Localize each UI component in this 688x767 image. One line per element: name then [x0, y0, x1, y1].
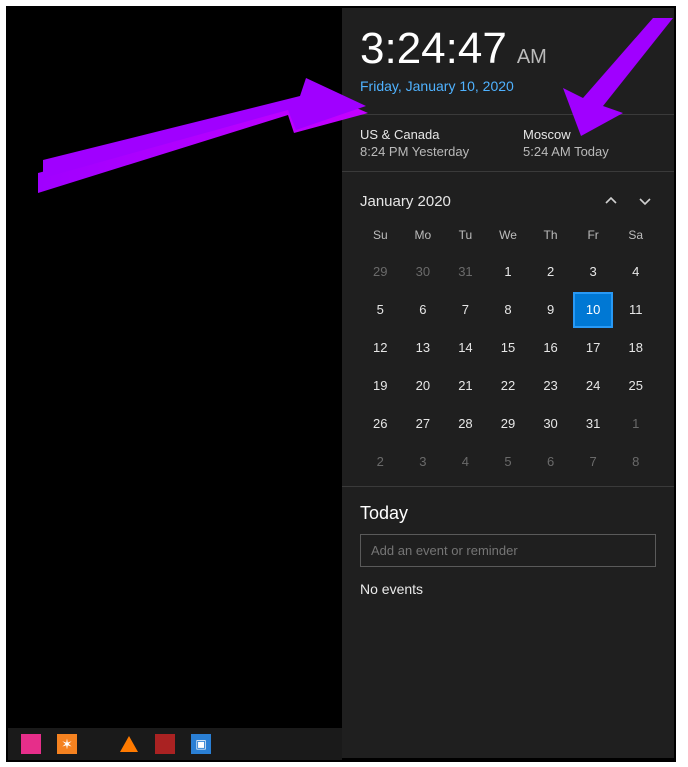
agenda-section: Today No events: [342, 486, 674, 605]
chevron-up-icon: [605, 195, 617, 207]
calendar-day[interactable]: 29: [360, 254, 401, 290]
world-clock-1-name: US & Canada: [360, 127, 493, 142]
calendar-day[interactable]: 6: [530, 444, 571, 480]
calendar-dow: Sa: [615, 222, 656, 252]
clock-calendar-flyout: 3:24:47 AM Friday, January 10, 2020 US &…: [342, 8, 674, 758]
world-clock-2: Moscow 5:24 AM Today: [523, 127, 656, 159]
calendar-day[interactable]: 26: [360, 406, 401, 442]
calendar-day[interactable]: 25: [615, 368, 656, 404]
chevron-down-icon: [639, 195, 651, 207]
calendar-day[interactable]: 30: [530, 406, 571, 442]
calendar-day[interactable]: 21: [445, 368, 486, 404]
taskbar-app-vlc[interactable]: [118, 733, 140, 755]
calendar-day[interactable]: 22: [488, 368, 529, 404]
calendar-day[interactable]: 28: [445, 406, 486, 442]
calendar-day[interactable]: 31: [445, 254, 486, 290]
clock-section: 3:24:47 AM Friday, January 10, 2020: [342, 8, 674, 102]
taskbar-app-1[interactable]: [20, 733, 42, 755]
current-time: 3:24:47: [360, 24, 507, 74]
current-ampm: AM: [517, 46, 547, 69]
calendar-day[interactable]: 4: [445, 444, 486, 480]
calendar-day[interactable]: 23: [530, 368, 571, 404]
calendar-day[interactable]: 17: [573, 330, 614, 366]
calendar-day[interactable]: 15: [488, 330, 529, 366]
calendar-day[interactable]: 24: [573, 368, 614, 404]
agenda-title: Today: [360, 503, 656, 524]
no-events-label: No events: [360, 581, 656, 597]
calendar-day[interactable]: 13: [403, 330, 444, 366]
calendar-dow: Tu: [445, 222, 486, 252]
next-month-button[interactable]: [634, 190, 656, 212]
calendar: January 2020 SuMoTuWeThFrSa2930311234567…: [342, 172, 674, 486]
app-icon: [21, 734, 41, 754]
calendar-day[interactable]: 29: [488, 406, 529, 442]
calendar-day[interactable]: 18: [615, 330, 656, 366]
world-clock-2-time: 5:24 AM Today: [523, 144, 656, 159]
calendar-day[interactable]: 16: [530, 330, 571, 366]
world-clock-1-time: 8:24 PM Yesterday: [360, 144, 493, 159]
app-icon: [155, 734, 175, 754]
calendar-dow: Mo: [403, 222, 444, 252]
calendar-month-label[interactable]: January 2020: [360, 193, 451, 210]
calendar-day[interactable]: 8: [615, 444, 656, 480]
calendar-day[interactable]: 2: [360, 444, 401, 480]
world-clock-1: US & Canada 8:24 PM Yesterday: [360, 127, 493, 159]
add-event-input[interactable]: [360, 534, 656, 567]
prev-month-button[interactable]: [600, 190, 622, 212]
current-date-link[interactable]: Friday, January 10, 2020: [360, 78, 656, 94]
app-icon: ✶: [57, 734, 77, 754]
calendar-day[interactable]: 20: [403, 368, 444, 404]
calendar-day[interactable]: 12: [360, 330, 401, 366]
world-clock-2-name: Moscow: [523, 127, 656, 142]
calendar-day[interactable]: 5: [488, 444, 529, 480]
calendar-day[interactable]: 11: [615, 292, 656, 328]
calendar-day[interactable]: 30: [403, 254, 444, 290]
calendar-day[interactable]: 31: [573, 406, 614, 442]
taskbar-app-2[interactable]: ✶: [56, 733, 78, 755]
calendar-day[interactable]: 1: [488, 254, 529, 290]
calendar-day[interactable]: 3: [403, 444, 444, 480]
calendar-day[interactable]: 8: [488, 292, 529, 328]
calendar-day[interactable]: 7: [445, 292, 486, 328]
calendar-day[interactable]: 3: [573, 254, 614, 290]
calendar-dow: Su: [360, 222, 401, 252]
calendar-dow: Fr: [573, 222, 614, 252]
calendar-day[interactable]: 19: [360, 368, 401, 404]
calendar-day[interactable]: 27: [403, 406, 444, 442]
calendar-day-today[interactable]: 10: [573, 292, 614, 328]
calendar-dow: Th: [530, 222, 571, 252]
vlc-icon: [120, 736, 138, 752]
world-clocks-row: US & Canada 8:24 PM Yesterday Moscow 5:2…: [342, 114, 674, 172]
app-icon: ▣: [191, 734, 211, 754]
calendar-day[interactable]: 6: [403, 292, 444, 328]
calendar-day[interactable]: 4: [615, 254, 656, 290]
taskbar-app-5[interactable]: ▣: [190, 733, 212, 755]
calendar-day[interactable]: 2: [530, 254, 571, 290]
taskbar-app-4[interactable]: [154, 733, 176, 755]
calendar-day[interactable]: 14: [445, 330, 486, 366]
calendar-day[interactable]: 1: [615, 406, 656, 442]
calendar-dow: We: [488, 222, 529, 252]
taskbar: ✶ ▣: [8, 728, 342, 760]
annotation-arrow-left: [38, 78, 368, 198]
calendar-day[interactable]: 5: [360, 292, 401, 328]
calendar-day[interactable]: 7: [573, 444, 614, 480]
calendar-day[interactable]: 9: [530, 292, 571, 328]
